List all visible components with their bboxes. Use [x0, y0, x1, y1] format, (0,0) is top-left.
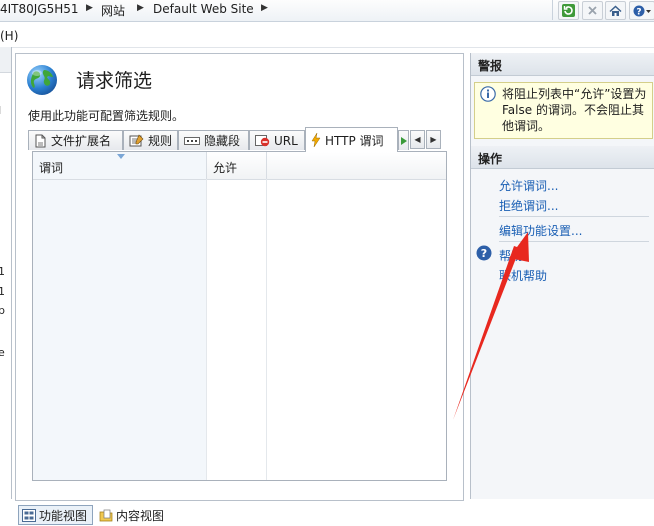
help-icon: ? [476, 245, 492, 261]
breadcrumb-server[interactable]: 4IT80JG5H51 [0, 2, 79, 16]
features-view-tab[interactable]: 功能视图 [18, 505, 93, 525]
tree-node-fragment[interactable]: p [0, 304, 5, 317]
home-button[interactable] [605, 1, 626, 20]
breadcrumb-separator-icon[interactable]: ▶ [137, 3, 144, 13]
arrow-left-icon: ◀ [414, 135, 421, 144]
allow-verb-link[interactable]: 允许谓词... [499, 177, 558, 194]
breadcrumb-separator-icon[interactable]: ▶ [261, 3, 268, 13]
actions-header[interactable]: 操作 [471, 146, 654, 169]
sort-ascending-icon [117, 154, 125, 159]
connections-pane: I 1 1 p e [0, 47, 12, 499]
column-header-label: 谓词 [39, 161, 64, 175]
tab-label: 文件扩展名 [51, 134, 112, 148]
tab-rules[interactable]: 规则 [123, 130, 178, 150]
request-filtering-globe-icon [27, 65, 57, 95]
tab-label: 隐藏段 [204, 134, 241, 148]
features-view-label: 功能视图 [39, 508, 88, 523]
stop-icon [588, 6, 597, 15]
stop-button[interactable] [582, 1, 603, 20]
info-icon [480, 86, 496, 102]
tab-scroll-right-button[interactable]: ▶ [426, 130, 441, 149]
tree-node-fragment[interactable]: I [0, 104, 1, 117]
tab-overflow[interactable] [398, 130, 409, 150]
content-view-tab[interactable]: 内容视图 [96, 505, 171, 525]
url-deny-icon [255, 134, 270, 146]
features-view-icon [22, 508, 36, 522]
http-verb-icon [311, 133, 321, 147]
alerts-header-label: 警报 [478, 59, 503, 73]
tree-node-fragment[interactable]: 1 [0, 265, 5, 278]
tree-node-fragment[interactable]: e [0, 346, 5, 359]
hidden-segments-icon [184, 136, 200, 145]
column-header-verb[interactable]: 谓词 [33, 152, 207, 179]
tab-hidden-segments[interactable]: 隐藏段 [178, 130, 249, 150]
sorted-column-highlight [33, 179, 206, 480]
edit-feature-settings-link[interactable]: 编辑功能设置... [499, 222, 582, 239]
help-dropdown-button[interactable]: ? [629, 1, 654, 20]
tab-overflow-icon [401, 136, 407, 145]
alerts-header[interactable]: 警报 [471, 53, 654, 76]
alert-box: 将阻止列表中“允许”设置为 False 的谓词。不会阻止其他谓词。 [474, 82, 653, 139]
tab-label: URL [274, 133, 298, 148]
breadcrumb-sites[interactable]: 网站 [101, 2, 125, 19]
refresh-button[interactable] [558, 1, 579, 20]
tab-scroll-left-button[interactable]: ◀ [410, 130, 425, 149]
actions-header-label: 操作 [478, 152, 503, 166]
view-switcher: 功能视图 内容视图 [0, 501, 654, 526]
breadcrumb-separator-icon[interactable]: ▶ [86, 3, 93, 13]
grid-header: 谓词 允许 [33, 152, 446, 180]
menu-help[interactable]: (H) [0, 29, 18, 43]
arrow-right-icon: ▶ [430, 135, 437, 144]
actions-separator [499, 216, 649, 217]
help-link[interactable]: 帮助 [499, 247, 523, 264]
actions-pane: 警报 将阻止列表中“允许”设置为 False 的谓词。不会阻止其他谓词。 操作 … [470, 53, 654, 499]
deny-verb-link[interactable]: 拒绝谓词... [499, 197, 558, 214]
online-help-link[interactable]: 联机帮助 [499, 267, 547, 284]
tab-label: HTTP 谓词 [325, 133, 384, 148]
address-divider [552, 0, 553, 20]
file-extension-icon [35, 134, 46, 147]
menu-bar: (H) [0, 22, 654, 48]
help-icon: ? [633, 5, 651, 17]
tree-node-fragment[interactable]: 1 [0, 285, 5, 298]
page-title: 请求筛选 [76, 70, 153, 92]
content-view-icon [99, 509, 113, 521]
tab-label: 规则 [148, 134, 173, 148]
connections-header [0, 47, 11, 73]
actions-separator [499, 241, 649, 242]
tab-file-extensions[interactable]: 文件扩展名 [28, 130, 123, 150]
column-divider [266, 179, 267, 480]
tab-http-verbs[interactable]: HTTP 谓词 [305, 127, 398, 152]
address-bar: 4IT80JG5H51 ▶ 网站 ▶ Default Web Site ▶ ? [0, 0, 654, 22]
svg-text:?: ? [636, 7, 641, 17]
column-header-label: 允许 [213, 161, 238, 175]
rules-icon [129, 134, 144, 147]
alert-text: 将阻止列表中“允许”设置为 False 的谓词。不会阻止其他谓词。 [502, 87, 647, 133]
content-view-label: 内容视图 [116, 508, 165, 523]
breadcrumb-site[interactable]: Default Web Site [153, 2, 254, 16]
column-divider [206, 179, 207, 480]
tab-url[interactable]: URL [249, 130, 305, 150]
home-icon [609, 4, 622, 16]
column-header-allowed[interactable]: 允许 [207, 152, 267, 179]
svg-text:?: ? [481, 247, 487, 260]
verbs-grid[interactable]: 谓词 允许 [32, 151, 447, 481]
filter-tabs: 文件扩展名 规则 隐藏段 URL HTTP 谓词 ◀ ▶ [28, 127, 448, 152]
refresh-icon [562, 4, 575, 17]
page-description: 使用此功能可配置筛选规则。 [28, 109, 185, 123]
